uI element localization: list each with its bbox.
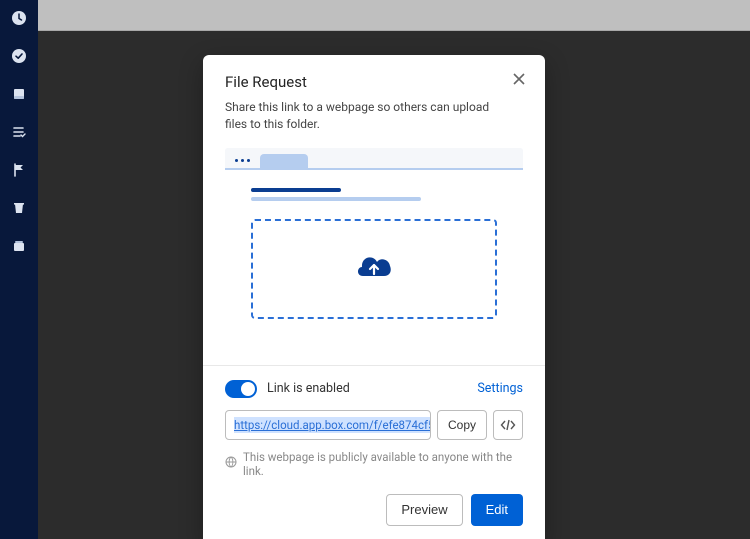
link-enabled-toggle[interactable] xyxy=(225,380,257,398)
embed-button[interactable] xyxy=(493,410,523,440)
illustration-subheading-bar xyxy=(251,197,421,201)
book-icon[interactable] xyxy=(11,86,27,102)
edit-button[interactable]: Edit xyxy=(471,494,523,526)
illustration-tab-bar xyxy=(225,148,523,168)
browser-illustration xyxy=(225,148,523,345)
preview-button[interactable]: Preview xyxy=(386,494,462,526)
cloud-upload-icon xyxy=(354,252,394,286)
embed-code-icon xyxy=(500,419,516,431)
toggle-knob xyxy=(241,382,255,396)
file-request-modal: File Request Share this link to a webpag… xyxy=(203,55,545,539)
share-url-value: https://cloud.app.box.com/f/efe874cf52f3… xyxy=(234,417,431,433)
url-row: https://cloud.app.box.com/f/efe874cf52f3… xyxy=(203,406,545,450)
flag-icon[interactable] xyxy=(11,162,27,178)
modal-footer: Preview Edit xyxy=(203,494,545,539)
modal-title: File Request xyxy=(225,73,523,91)
window-dots-icon xyxy=(235,159,256,168)
link-status-row: Link is enabled Settings xyxy=(203,366,545,406)
globe-icon xyxy=(225,456,237,471)
collection-icon[interactable] xyxy=(11,238,27,254)
copy-button[interactable]: Copy xyxy=(437,410,487,440)
share-url-input[interactable]: https://cloud.app.box.com/f/efe874cf52f3… xyxy=(225,410,431,440)
link-status-left: Link is enabled xyxy=(225,380,350,398)
trash-icon[interactable] xyxy=(11,200,27,216)
illustration-active-tab xyxy=(260,154,308,168)
sidebar xyxy=(0,0,38,539)
illustration-container xyxy=(203,148,545,345)
illustration-heading-bar xyxy=(251,188,341,192)
link-status-label: Link is enabled xyxy=(267,381,350,396)
modal-header: File Request Share this link to a webpag… xyxy=(203,55,545,148)
illustration-dropzone xyxy=(251,219,497,319)
clock-icon[interactable] xyxy=(11,10,27,26)
close-icon xyxy=(513,73,525,85)
settings-link[interactable]: Settings xyxy=(477,381,523,396)
main-area: File Request Share this link to a webpag… xyxy=(38,0,750,539)
modal-description: Share this link to a webpage so others c… xyxy=(225,99,505,134)
checklist-icon[interactable] xyxy=(11,124,27,140)
public-notice-row: This webpage is publicly available to an… xyxy=(203,450,545,494)
close-button[interactable] xyxy=(509,69,529,89)
public-notice-text: This webpage is publicly available to an… xyxy=(243,450,523,478)
illustration-page xyxy=(225,170,523,345)
check-circle-icon[interactable] xyxy=(11,48,27,64)
